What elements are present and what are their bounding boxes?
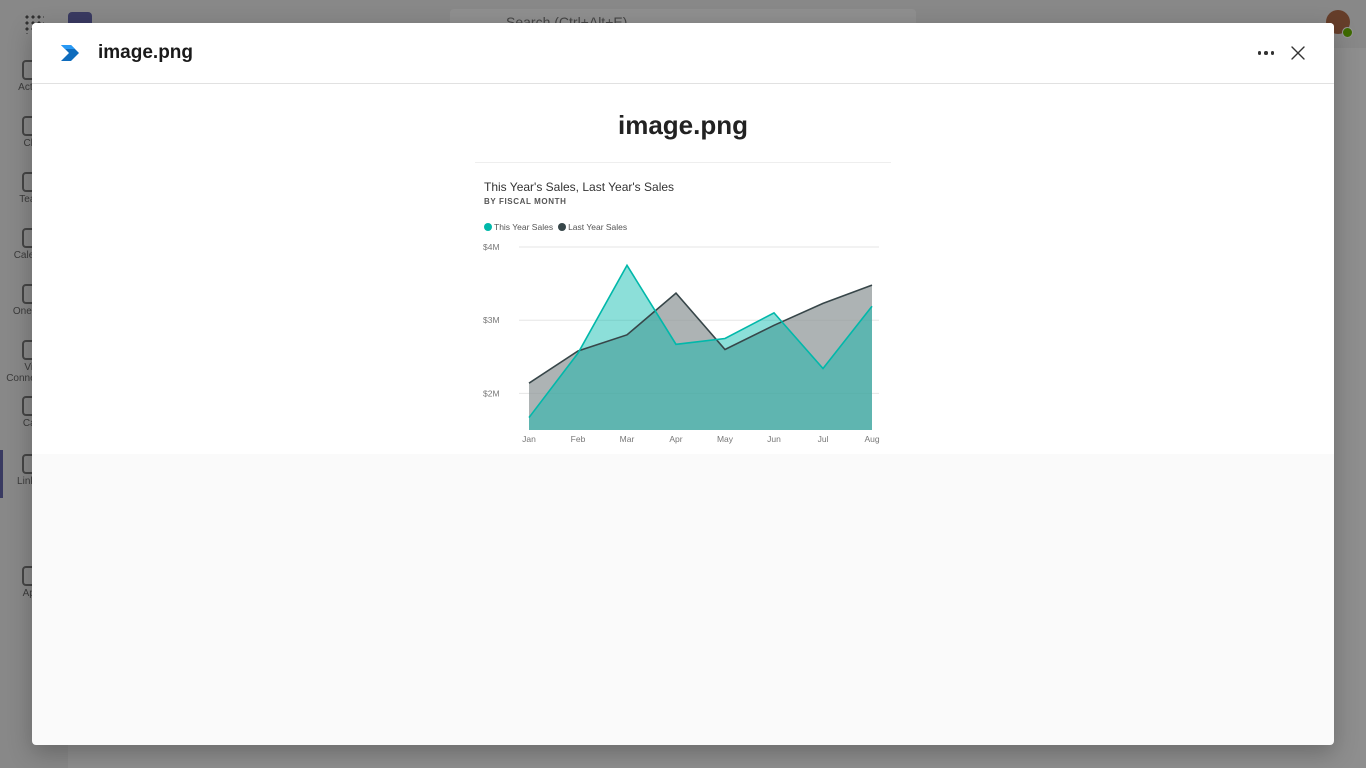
- close-button[interactable]: [1282, 37, 1314, 69]
- x-tick-label: Jan: [522, 434, 536, 444]
- preview-content: image.png This Year's Sales, Last Year's…: [32, 84, 1334, 454]
- dialog-title: image.png: [98, 42, 194, 63]
- image-preview-dialog: image.png image.png This Year's Sales, L…: [32, 23, 1334, 745]
- image-file-icon: [61, 45, 79, 61]
- x-tick-label: Mar: [620, 434, 635, 444]
- x-tick-label: May: [717, 434, 734, 444]
- dialog-header: image.png: [32, 23, 1334, 84]
- x-tick-label: Jun: [767, 434, 781, 444]
- chart-plot: $2M $3M $4M Jan Feb Mar Apr May Jun Jul Aug: [483, 242, 880, 444]
- y-tick-label: $3M: [483, 315, 500, 325]
- more-options-button[interactable]: [1250, 37, 1282, 69]
- ellipsis-icon: [1270, 51, 1275, 55]
- x-tick-label: Jul: [818, 434, 829, 444]
- preview-heading: image.png: [617, 110, 748, 140]
- ellipsis-icon: [1257, 51, 1262, 55]
- x-tick-label: Aug: [864, 434, 879, 444]
- x-tick-label: Feb: [571, 434, 586, 444]
- chart-image: This Year's Sales, Last Year's Sales BY …: [475, 162, 891, 455]
- x-tick-label: Apr: [669, 434, 682, 444]
- y-tick-label: $2M: [483, 388, 500, 398]
- ellipsis-icon: [1264, 51, 1268, 55]
- y-tick-label: $4M: [483, 242, 500, 252]
- close-icon: [1291, 46, 1305, 60]
